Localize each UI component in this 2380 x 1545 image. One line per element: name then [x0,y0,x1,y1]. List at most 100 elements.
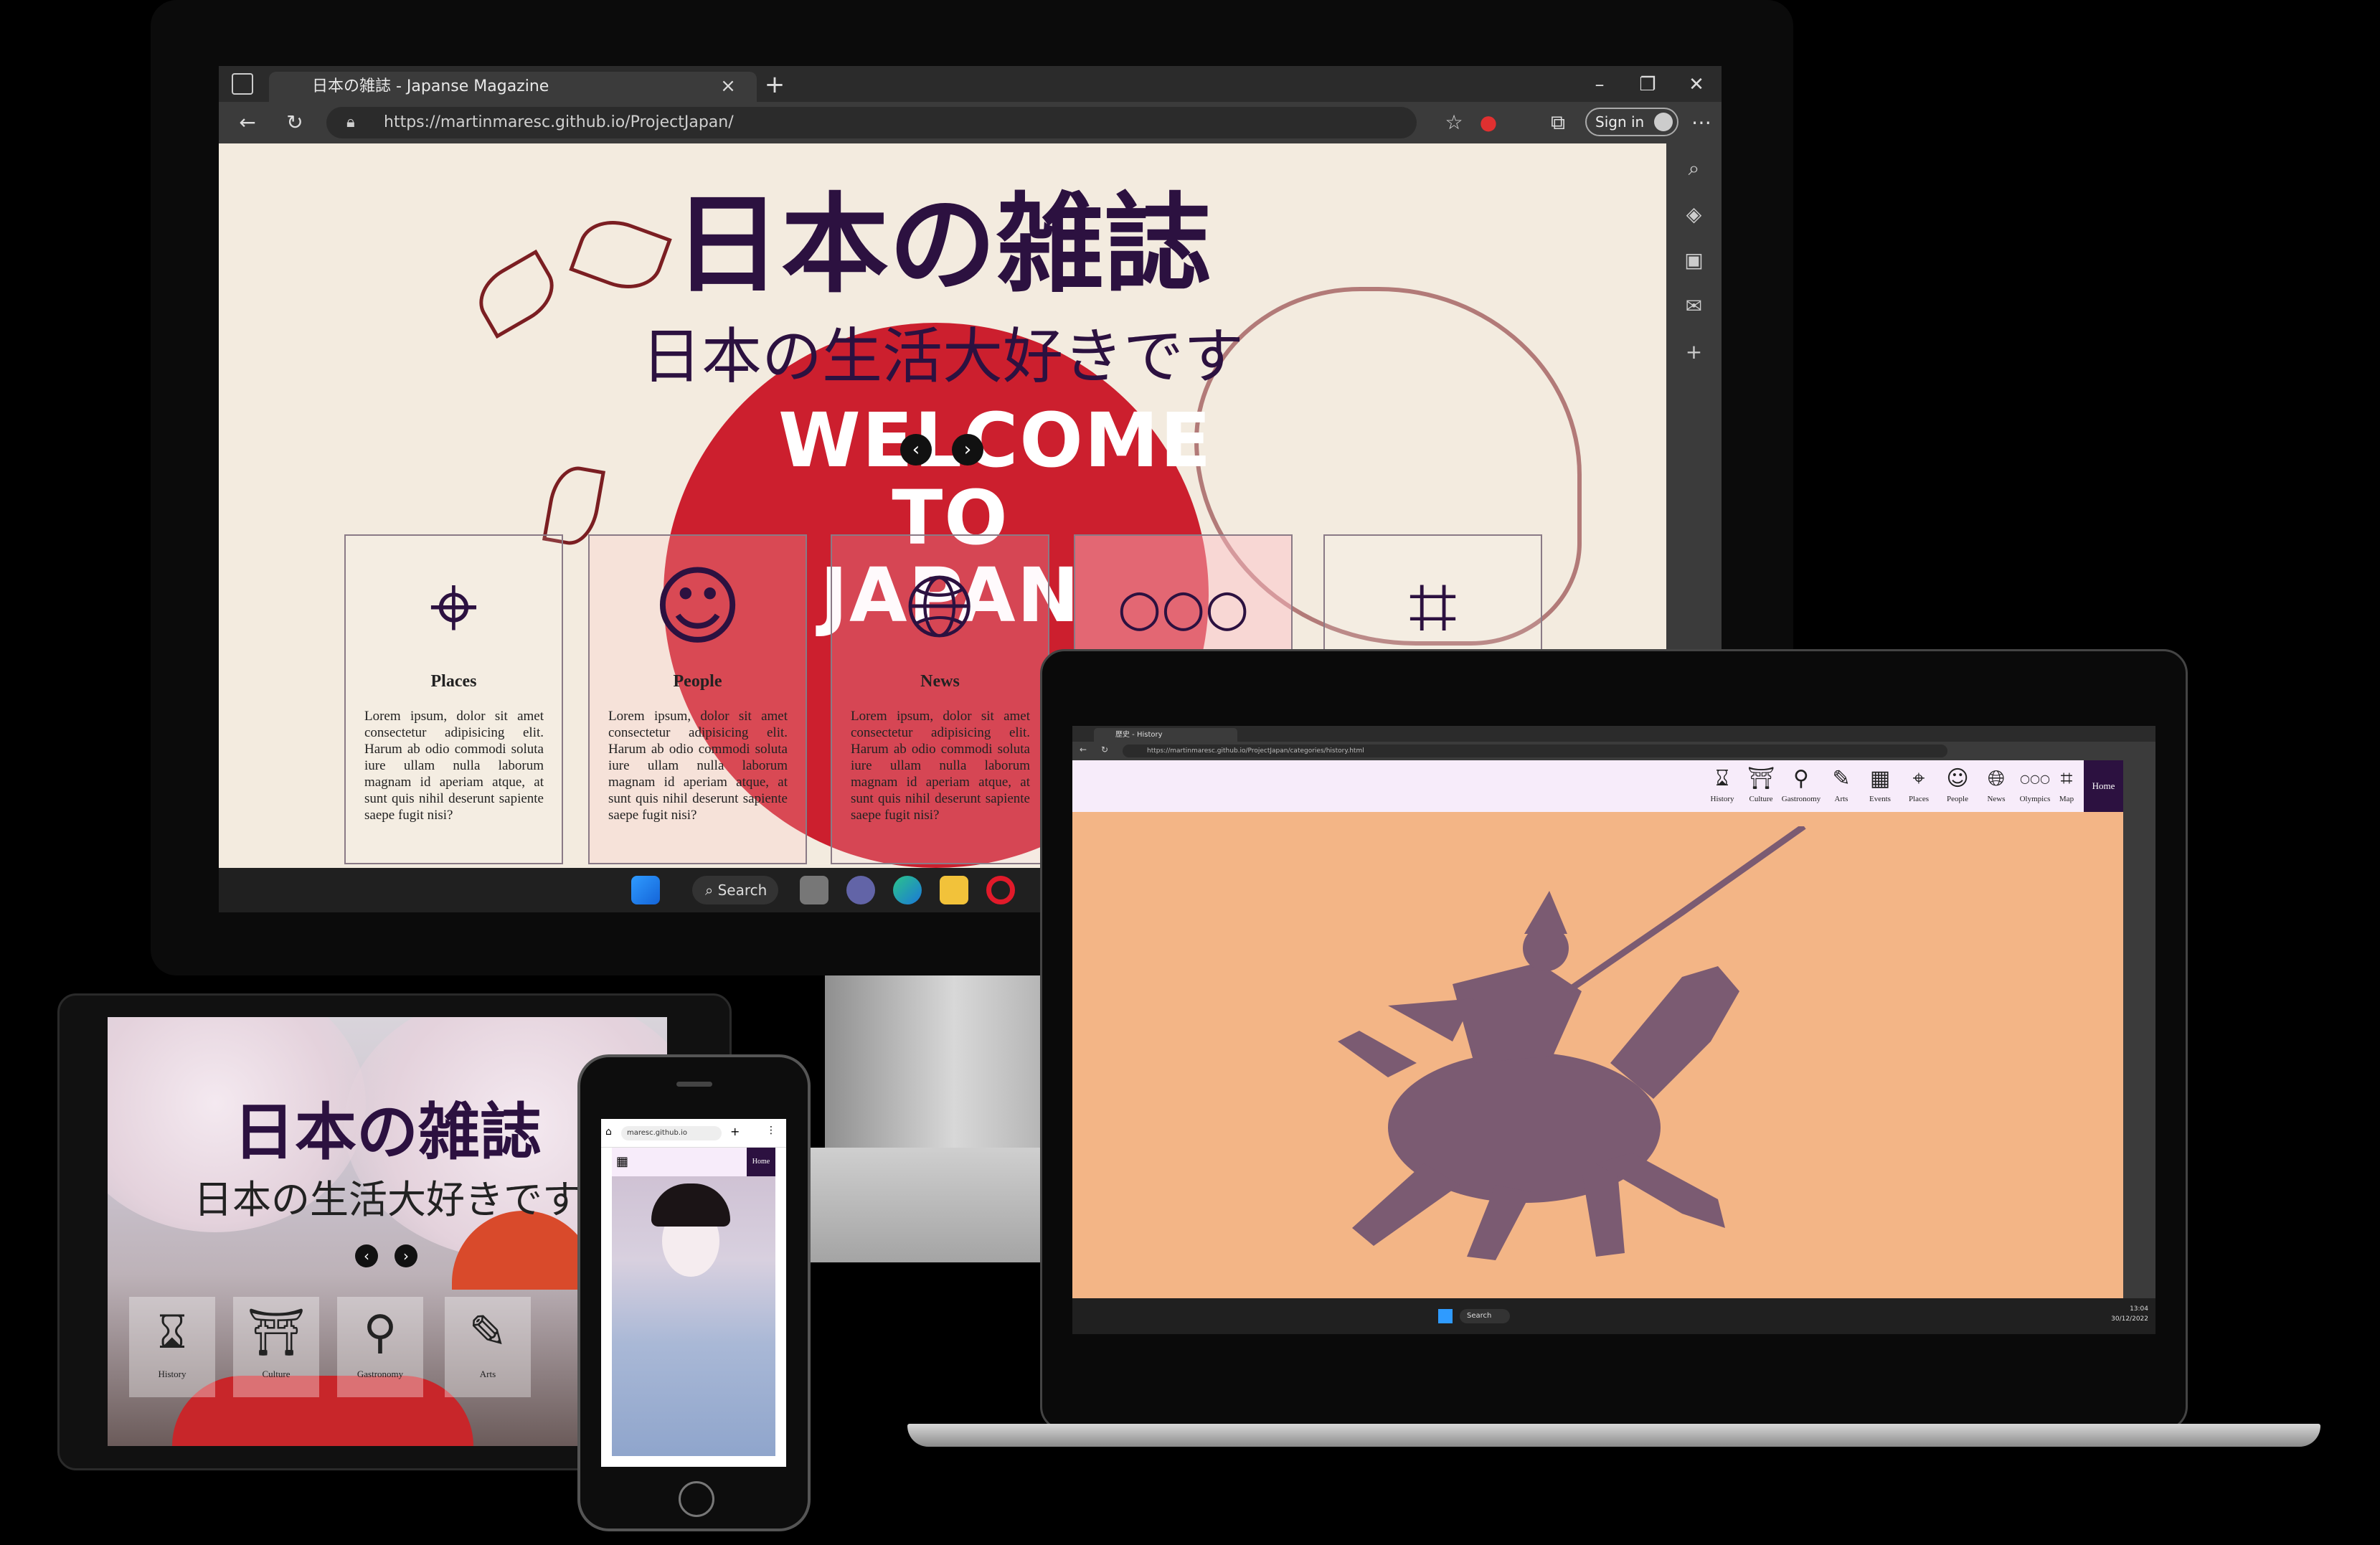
arts-icon: ✎ [468,1306,507,1359]
map-icon: ⌗ [2060,766,2073,791]
sign-in-button[interactable]: Sign in [1585,108,1678,136]
home-button[interactable]: Home [2084,760,2123,812]
file-explorer-icon[interactable] [940,876,968,904]
card-text: Lorem ipsum, dolor sit amet consectetur … [851,709,1030,823]
nav-item-culture[interactable]: ⛩︎ Culture [1742,765,1780,809]
pagoda-icon: ⛩︎ [1747,766,1775,791]
tab-title: 歴史 - History [1115,731,1163,739]
nav-item-gastronomy[interactable]: ⚲ Gastronomy [337,1297,423,1397]
nav-item-events[interactable]: ▦ Events [1861,765,1899,809]
carousel-prev-button[interactable]: ‹ [900,434,932,466]
refresh-icon[interactable]: ↻ [1101,745,1108,755]
globe-icon: 🌐︎ [1988,766,2005,791]
edge-icon[interactable] [893,876,922,904]
category-card-people[interactable]: ☺ People Lorem ipsum, dolor sit amet con… [588,534,807,864]
page-subtitle: 日本の生活大好きです [641,321,1244,392]
map-pin-icon: ⌖ [1912,766,1925,791]
teams-icon[interactable] [846,876,875,904]
lock-icon: 🔒︎ [346,113,355,131]
search-icon[interactable]: ⌕ [1666,151,1722,186]
nav-item-places[interactable]: ⌖ Places [1900,765,1937,809]
hourglass-icon: ⌛︎ [157,1306,187,1359]
nav-item-history[interactable]: ⌛︎ History [1704,765,1741,809]
home-button[interactable]: Home [747,1148,775,1176]
add-icon[interactable]: + [1666,334,1722,370]
sign-in-label: Sign in [1595,113,1645,131]
nav-item-gastronomy[interactable]: ⚲ Gastronomy [1782,765,1821,809]
nav-label: Gastronomy [1781,795,1821,803]
taskbar-search[interactable]: Search [1460,1309,1510,1323]
task-view-icon[interactable] [800,876,828,904]
hourglass-icon: ⌛︎ [1715,766,1729,791]
home-icon[interactable]: ⌂ [605,1126,612,1138]
phone-home-button[interactable] [679,1481,714,1517]
browser-tab-bar: 日本の雑誌 - Japanse Magazine × + – ❐ ✕ [219,66,1722,102]
category-card-news[interactable]: 🌐︎ News Lorem ipsum, dolor sit amet cons… [831,534,1049,864]
nav-item-people[interactable]: ☺ People [1939,765,1976,809]
mobile-address-bar: ⌂ maresc.github.io + ⋮ [601,1119,786,1148]
nav-item-arts[interactable]: ✎ Arts [1823,765,1860,809]
card-text: Lorem ipsum, dolor sit amet consectetur … [364,709,544,823]
extension-icon[interactable]: ● [1473,107,1504,138]
card-title: News [920,672,960,691]
windows-start-icon[interactable] [1438,1309,1453,1323]
map-icon: ⌗ [1408,557,1458,657]
news-globe-icon: 🌐︎ [905,557,975,657]
more-menu-icon[interactable]: ⋮ [766,1125,776,1136]
nav-label: Map [2059,795,2074,803]
windows-taskbar: Search 13:04 30/12/2022 [1072,1298,2155,1334]
url-text: maresc.github.io [627,1129,687,1137]
nav-item-culture[interactable]: ⛩︎ Culture [233,1297,319,1397]
person-icon: ☺ [1946,766,1969,791]
collections-icon[interactable]: ⧉ [1542,107,1574,138]
url-field[interactable]: https://martinmaresc.github.io/ProjectJa… [1123,745,1947,757]
address-bar: ← ↻ 🔒︎ https://martinmaresc.github.io/Pr… [219,102,1722,143]
new-tab-icon[interactable]: + [730,1125,740,1138]
outlook-icon[interactable]: ✉ [1666,288,1722,324]
url-field[interactable]: maresc.github.io [621,1126,722,1140]
close-window-icon[interactable]: ✕ [1675,70,1718,99]
minimize-icon[interactable]: – [1578,70,1621,99]
nav-label: History [158,1369,186,1379]
carousel-next-button[interactable]: › [952,434,983,466]
person-icon: ☺ [652,557,743,657]
new-tab-icon[interactable]: + [760,70,789,99]
clock[interactable]: 13:04 30/12/2022 [2091,1304,2148,1324]
nav-label: Arts [479,1369,496,1379]
search-label: Search [717,882,768,899]
nav-item-news[interactable]: 🌐︎ News [1978,765,2015,809]
mobile-nav-bar: ▦ Home [612,1148,775,1176]
carousel-prev-button[interactable]: ‹ [355,1244,378,1267]
more-menu-icon[interactable]: ⋯ [1686,107,1717,138]
office-icon[interactable]: ▣ [1666,242,1722,278]
menu-grid-icon[interactable]: ▦ [616,1155,631,1169]
url-field[interactable]: 🔒︎ https://martinmaresc.github.io/Projec… [326,107,1417,138]
taskbar-search[interactable]: ⌕ Search [692,876,778,904]
welcome-line-1: WELCOME [778,397,1213,484]
carousel-next-button[interactable]: › [395,1244,417,1267]
category-card-places[interactable]: ⌖ Places Lorem ipsum, dolor sit amet con… [344,534,563,864]
opera-icon[interactable] [986,876,1015,904]
laptop-screen: 歴史 - History ← ↻ https://martinmaresc.gi… [1072,726,2155,1334]
back-icon[interactable]: ← [232,107,263,138]
favorites-icon[interactable]: ☆ [1438,107,1470,138]
url-text: https://martinmaresc.github.io/ProjectJa… [384,113,734,131]
windows-start-icon[interactable] [631,876,660,904]
nav-label: Culture [1749,795,1773,803]
shopping-icon[interactable]: ◈ [1666,197,1722,232]
restore-icon[interactable]: ❐ [1626,70,1669,99]
clock-time: 13:04 [2130,1305,2148,1313]
refresh-icon[interactable]: ↻ [279,107,311,138]
nav-item-arts[interactable]: ✎ Arts [445,1297,531,1397]
clock-date: 30/12/2022 [2111,1315,2148,1323]
close-tab-icon[interactable]: × [714,72,742,100]
nav-item-map[interactable]: ⌗ Map [2048,765,2085,809]
browser-tab[interactable]: 歴史 - History [1094,728,1237,742]
browser-tab[interactable]: 日本の雑誌 - Japanse Magazine [269,72,757,102]
search-label: Search [1467,1312,1492,1320]
address-bar: ← ↻ https://martinmaresc.github.io/Proje… [1072,742,2155,760]
geisha-hair [651,1183,730,1227]
sidebar-toggle-icon[interactable] [232,73,253,95]
back-icon[interactable]: ← [1080,745,1087,755]
nav-item-history[interactable]: ⌛︎ History [129,1297,215,1397]
